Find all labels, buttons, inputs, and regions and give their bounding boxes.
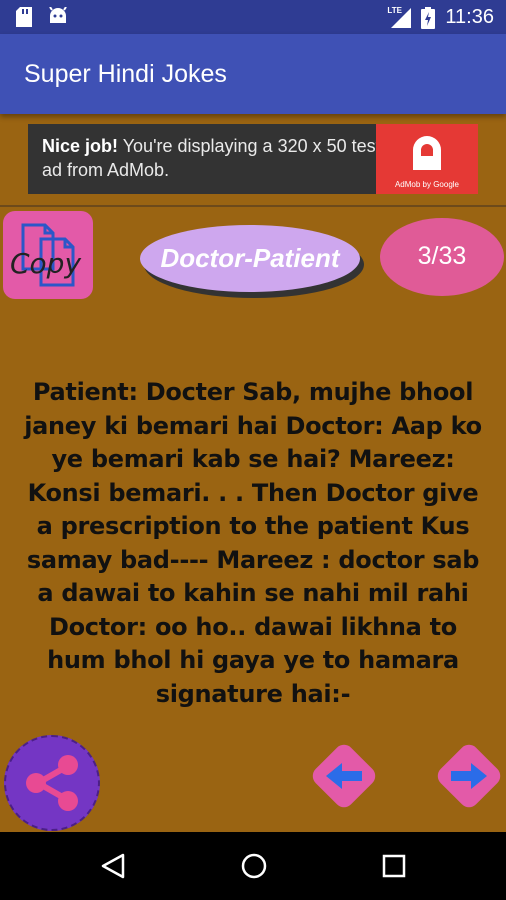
navigation-bar <box>0 832 506 900</box>
admob-icon <box>413 136 441 170</box>
battery-icon <box>421 6 436 29</box>
sd-card-icon <box>16 7 32 27</box>
ad-bold-text: Nice job! <box>42 136 119 156</box>
android-icon <box>49 7 67 23</box>
ad-banner[interactable]: Nice job! You're displaying a 320 x 50 t… <box>28 124 478 194</box>
ad-logo-caption: AdMob by Google <box>394 180 460 189</box>
share-icon <box>26 755 78 811</box>
joke-counter: 3/33 <box>380 218 504 296</box>
app-title: Super Hindi Jokes <box>24 60 227 88</box>
ad-text: Nice job! You're displaying a 320 x 50 t… <box>42 134 382 182</box>
divider <box>0 205 506 207</box>
arrow-right-icon <box>451 763 487 789</box>
network-label: LTE <box>387 5 402 15</box>
next-button[interactable] <box>433 740 505 812</box>
status-bar: LTE 11:36 <box>0 0 506 34</box>
home-icon[interactable] <box>241 853 267 879</box>
copy-button[interactable]: Copy <box>3 211 93 299</box>
joke-text: Patient: Docter Sab, mujhe bhool janey k… <box>24 378 482 708</box>
clock: 11:36 <box>445 6 494 28</box>
arrow-left-icon <box>326 763 362 789</box>
recents-icon[interactable] <box>382 854 406 878</box>
app-bar: Super Hindi Jokes <box>0 34 506 114</box>
back-icon[interactable] <box>101 853 125 879</box>
admob-logo: AdMob by Google <box>376 124 478 194</box>
category-button[interactable]: Doctor-Patient <box>140 225 360 292</box>
copy-label: Copy <box>10 247 82 280</box>
share-button[interactable] <box>4 735 100 831</box>
category-label: Doctor-Patient <box>160 243 340 273</box>
counter-label: 3/33 <box>417 242 467 270</box>
previous-button[interactable] <box>308 740 380 812</box>
